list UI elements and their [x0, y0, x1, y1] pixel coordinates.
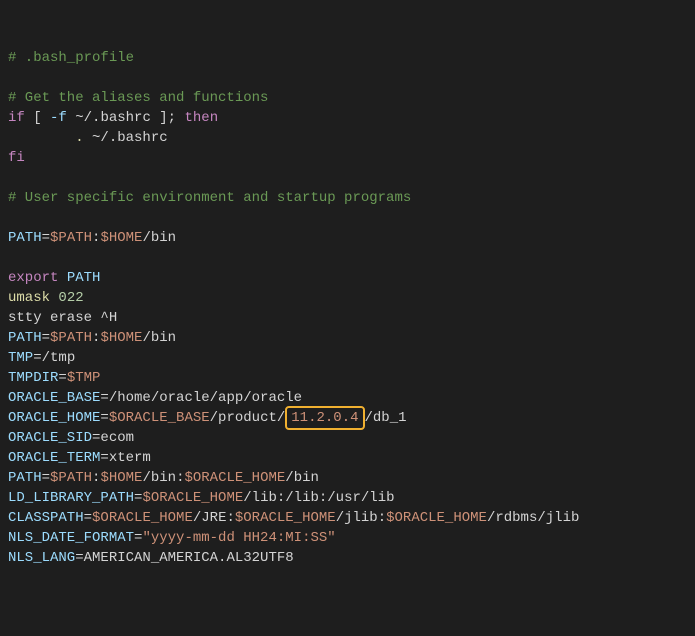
- path: /jlib:: [336, 510, 386, 526]
- expand-oracle-home: $ORACLE_HOME: [386, 510, 487, 526]
- expand-home: $HOME: [100, 330, 142, 346]
- keyword-then: then: [184, 110, 218, 126]
- bracket: [: [25, 110, 50, 126]
- var-nls-date-format: NLS_DATE_FORMAT: [8, 530, 134, 546]
- keyword-if: if: [8, 110, 25, 126]
- equals: =: [42, 230, 50, 246]
- equals: =: [84, 510, 92, 526]
- expand-path: $PATH: [50, 330, 92, 346]
- expand-path: $PATH: [50, 470, 92, 486]
- path: /JRE:: [193, 510, 235, 526]
- var-ldlibpath: LD_LIBRARY_PATH: [8, 490, 134, 506]
- path: /bin: [142, 330, 176, 346]
- stty-line: stty erase ^H: [8, 310, 117, 326]
- var-path: PATH: [67, 270, 101, 286]
- var-tmp: TMP: [8, 350, 33, 366]
- var-classpath: CLASSPATH: [8, 510, 84, 526]
- comment: # .bash_profile: [8, 50, 134, 66]
- var-oracle-term: ORACLE_TERM: [8, 450, 100, 466]
- expand-oracle-base: $ORACLE_BASE: [109, 410, 210, 426]
- equals: =: [42, 330, 50, 346]
- value: ecom: [100, 430, 134, 446]
- path: ~/.bashrc: [84, 130, 168, 146]
- flag: -f: [50, 110, 67, 126]
- var-path: PATH: [8, 330, 42, 346]
- var-nls-lang: NLS_LANG: [8, 550, 75, 566]
- path: /bin: [142, 470, 176, 486]
- expand-home: $HOME: [100, 230, 142, 246]
- expand-oracle-home: $ORACLE_HOME: [235, 510, 336, 526]
- code-viewer: # .bash_profile # Get the aliases and fu…: [8, 48, 687, 568]
- var-path: PATH: [8, 470, 42, 486]
- expand-oracle-home: $ORACLE_HOME: [92, 510, 193, 526]
- fn-umask: umask: [8, 290, 50, 306]
- comment: # Get the aliases and functions: [8, 90, 268, 106]
- oracle-version: 11.2.0.4: [291, 410, 358, 426]
- value: xterm: [109, 450, 151, 466]
- var-oracle-sid: ORACLE_SID: [8, 430, 92, 446]
- keyword-export: export: [8, 270, 58, 286]
- number: 022: [50, 290, 84, 306]
- bracket: ];: [159, 110, 184, 126]
- equals: =: [75, 550, 83, 566]
- var-tmpdir: TMPDIR: [8, 370, 58, 386]
- path: ~/.bashrc: [67, 110, 159, 126]
- expand-tmp: $TMP: [67, 370, 101, 386]
- path: /rdbms/jlib: [487, 510, 579, 526]
- expand-path: $PATH: [50, 230, 92, 246]
- equals: =: [58, 370, 66, 386]
- var-path: PATH: [8, 230, 42, 246]
- path: /db_1: [365, 410, 407, 426]
- equals: =: [33, 350, 41, 366]
- expand-home: $HOME: [100, 470, 142, 486]
- expand-oracle-home: $ORACLE_HOME: [142, 490, 243, 506]
- equals: =: [100, 450, 108, 466]
- path: /lib:/lib:/usr/lib: [243, 490, 394, 506]
- path: /product/: [210, 410, 286, 426]
- comment: # User specific environment and startup …: [8, 190, 411, 206]
- equals: =: [100, 410, 108, 426]
- expand-oracle-home: $ORACLE_HOME: [184, 470, 285, 486]
- equals: =: [100, 390, 108, 406]
- path: /tmp: [42, 350, 76, 366]
- path: /bin: [142, 230, 176, 246]
- highlight-box: 11.2.0.4: [285, 406, 364, 430]
- equals: =: [42, 470, 50, 486]
- var-oracle-home: ORACLE_HOME: [8, 410, 100, 426]
- equals: =: [134, 530, 142, 546]
- space: [58, 270, 66, 286]
- keyword-fi: fi: [8, 150, 25, 166]
- path: /bin: [285, 470, 319, 486]
- source-dot: .: [8, 130, 84, 146]
- path: /home/oracle/app/oracle: [109, 390, 302, 406]
- string: "yyyy-mm-dd HH24:MI:SS": [142, 530, 335, 546]
- value: AMERICAN_AMERICA.AL32UTF8: [84, 550, 294, 566]
- var-oracle-base: ORACLE_BASE: [8, 390, 100, 406]
